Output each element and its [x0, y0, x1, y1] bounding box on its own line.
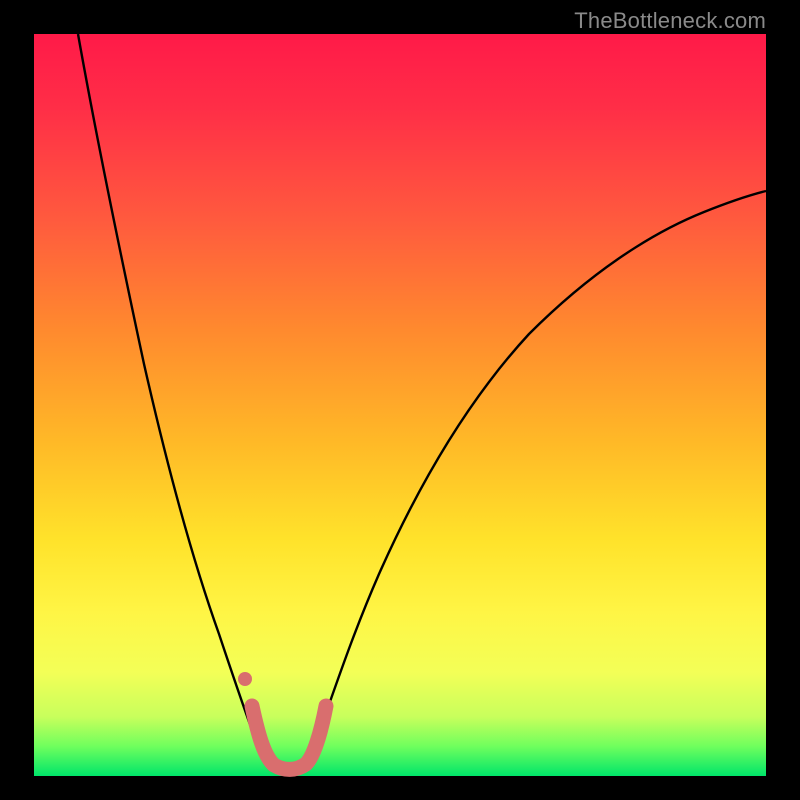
valley-dot	[238, 672, 252, 686]
valley-highlight	[252, 706, 326, 769]
chart-frame: TheBottleneck.com	[0, 0, 800, 800]
curve-layer	[34, 34, 766, 776]
plot-area	[34, 34, 766, 776]
watermark-text: TheBottleneck.com	[574, 8, 766, 34]
curve-right	[309, 191, 766, 758]
curve-left	[78, 34, 264, 758]
